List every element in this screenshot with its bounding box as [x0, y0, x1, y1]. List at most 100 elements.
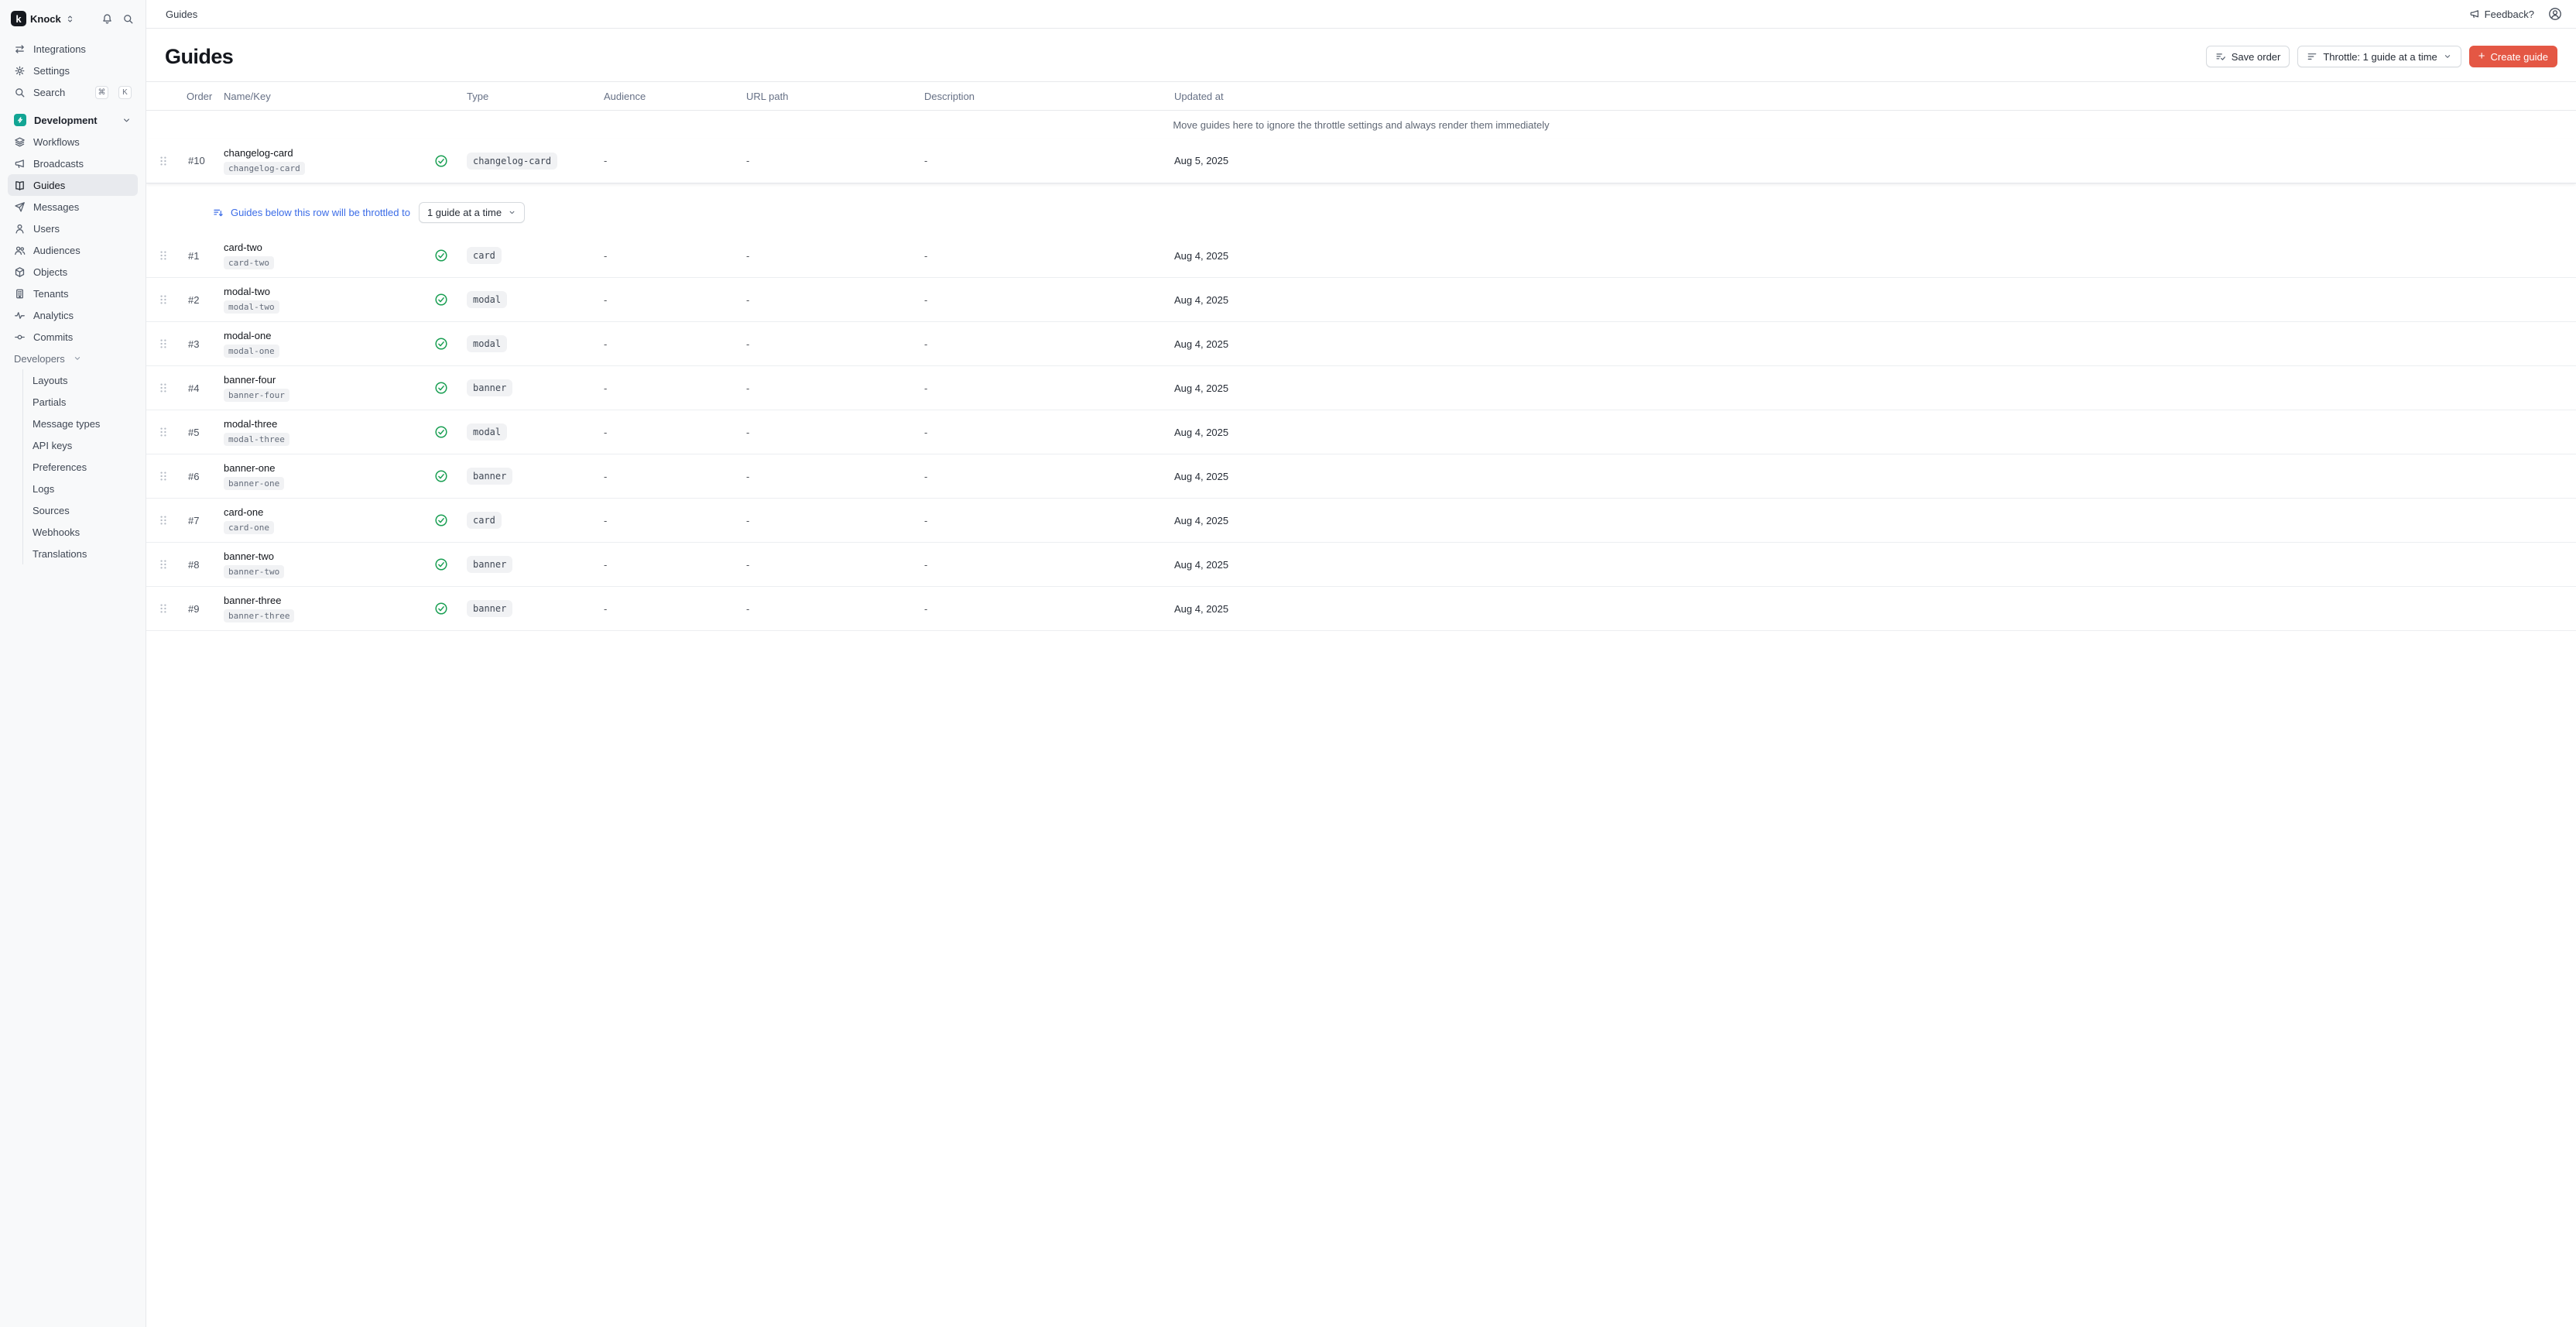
col-description: Description [908, 91, 1156, 102]
row-updated-at: Aug 4, 2025 [1156, 294, 2576, 306]
throttle-dropdown-button[interactable]: Throttle: 1 guide at a time [2297, 46, 2461, 67]
table-row[interactable]: #3 modal-one modal-one modal - - - Aug 4… [146, 322, 2576, 366]
col-updated-at: Updated at [1156, 91, 2576, 102]
workspace-name: Knock [30, 13, 61, 25]
notifications-button[interactable] [98, 10, 115, 27]
user-icon [14, 223, 26, 235]
drag-handle[interactable] [146, 514, 180, 526]
table-row[interactable]: #9 banner-three banner-three banner - - … [146, 587, 2576, 631]
git-commit-icon [14, 331, 26, 343]
sort-descending-icon [213, 207, 224, 218]
sidebar-item-analytics[interactable]: Analytics [8, 304, 138, 326]
cube-icon [14, 266, 26, 278]
row-name-key: banner-four banner-four [224, 374, 431, 402]
sidebar-item-guides[interactable]: Guides [8, 174, 138, 196]
throttled-rows: #1 card-two card-two card - - - Aug 4, 2… [146, 234, 2576, 631]
sidebar-sub-item[interactable]: Translations [23, 543, 138, 564]
row-order: #9 [180, 603, 224, 615]
row-updated-at: Aug 4, 2025 [1156, 471, 2576, 482]
drag-handle[interactable] [146, 602, 180, 615]
workspace-switcher[interactable]: k Knock [8, 7, 138, 30]
throttle-row-dropdown[interactable]: 1 guide at a time [419, 202, 525, 223]
sidebar-item-users[interactable]: Users [8, 218, 138, 239]
throttle-divider: Guides below this row will be throttled … [146, 194, 2576, 230]
table-row[interactable]: #7 card-one card-one card - - - Aug 4, 2… [146, 499, 2576, 543]
row-order: #3 [180, 338, 224, 350]
row-status [431, 469, 467, 483]
sidebar-sub-item[interactable]: API keys [23, 434, 138, 456]
create-guide-button[interactable]: + Create guide [2469, 46, 2557, 67]
drag-dots-icon [157, 382, 170, 394]
gear-icon [14, 65, 26, 77]
row-type: card [467, 512, 598, 529]
row-audience: - [598, 250, 735, 262]
users-icon [14, 245, 26, 256]
table-row[interactable]: #1 card-two card-two card - - - Aug 4, 2… [146, 234, 2576, 278]
feedback-button[interactable]: Feedback? [2469, 9, 2534, 20]
sidebar-item-integrations[interactable]: Integrations [8, 38, 138, 60]
guide-key: modal-three [224, 433, 289, 446]
table-row[interactable]: #2 modal-two modal-two modal - - - Aug 4… [146, 278, 2576, 322]
check-circle-icon [434, 425, 448, 439]
drag-handle[interactable] [146, 426, 180, 438]
sidebar-item-search[interactable]: Search ⌘ K [8, 81, 138, 103]
sidebar-item-workflows[interactable]: Workflows [8, 131, 138, 153]
sidebar-sub-item[interactable]: Logs [23, 478, 138, 499]
sidebar-item-settings[interactable]: Settings [8, 60, 138, 81]
guide-name: banner-three [224, 595, 431, 606]
sidebar-section-developers[interactable]: Developers [8, 348, 138, 369]
sidebar-item-messages[interactable]: Messages [8, 196, 138, 218]
drag-dots-icon [157, 249, 170, 262]
save-order-button[interactable]: Save order [2206, 46, 2290, 67]
drag-handle[interactable] [146, 338, 180, 350]
table-row[interactable]: #4 banner-four banner-four banner - - - … [146, 366, 2576, 410]
sidebar-nav: Integrations Settings Search ⌘ K Develop… [8, 38, 138, 564]
drag-dots-icon [157, 293, 170, 306]
environment-switcher[interactable]: Development [8, 109, 138, 131]
drag-handle[interactable] [146, 249, 180, 262]
table-row[interactable]: #5 modal-three modal-three modal - - - A… [146, 410, 2576, 454]
sidebar-sub-item[interactable]: Layouts [23, 369, 138, 391]
row-audience: - [598, 338, 735, 350]
row-type: banner [467, 556, 598, 573]
guide-name: modal-two [224, 286, 431, 297]
drag-handle[interactable] [146, 470, 180, 482]
sidebar-item-broadcasts[interactable]: Broadcasts [8, 153, 138, 174]
building-icon [14, 288, 26, 300]
table-row[interactable]: #6 banner-one banner-one banner - - - Au… [146, 454, 2576, 499]
chevron-down-icon [508, 208, 516, 217]
sidebar-item-tenants[interactable]: Tenants [8, 283, 138, 304]
row-type: modal [467, 335, 598, 352]
sidebar-sub-item[interactable]: Message types [23, 413, 138, 434]
row-status [431, 425, 467, 439]
row-audience: - [598, 515, 735, 526]
drag-handle[interactable] [146, 155, 180, 167]
drag-handle[interactable] [146, 558, 180, 571]
row-updated-at: Aug 4, 2025 [1156, 603, 2576, 615]
topbar: Guides Feedback? [146, 0, 2576, 29]
throttle-divider-link[interactable]: Guides below this row will be throttled … [231, 207, 410, 218]
sidebar-search-button[interactable] [119, 10, 136, 27]
drag-handle[interactable] [146, 293, 180, 306]
sidebar-sub-item[interactable]: Preferences [23, 456, 138, 478]
row-url-path: - [735, 515, 908, 526]
guide-name: card-two [224, 242, 431, 253]
row-audience: - [598, 471, 735, 482]
table-row[interactable]: #10 changelog-card changelog-card change… [146, 139, 2576, 183]
avatar-icon[interactable] [2548, 7, 2562, 21]
table-row[interactable]: #8 banner-two banner-two banner - - - Au… [146, 543, 2576, 587]
row-order: #6 [180, 471, 224, 482]
check-circle-icon [434, 337, 448, 351]
sidebar-item-objects[interactable]: Objects [8, 261, 138, 283]
row-url-path: - [735, 471, 908, 482]
guide-name: banner-two [224, 550, 431, 562]
sidebar-sub-item[interactable]: Sources [23, 499, 138, 521]
sidebar-item-audiences[interactable]: Audiences [8, 239, 138, 261]
sidebar-sub-item[interactable]: Webhooks [23, 521, 138, 543]
sidebar-sub-item[interactable]: Partials [23, 391, 138, 413]
drag-handle[interactable] [146, 382, 180, 394]
row-name-key: banner-three banner-three [224, 595, 431, 622]
drag-dots-icon [157, 426, 170, 438]
sidebar-item-commits[interactable]: Commits [8, 326, 138, 348]
list-check-icon [2215, 51, 2226, 62]
